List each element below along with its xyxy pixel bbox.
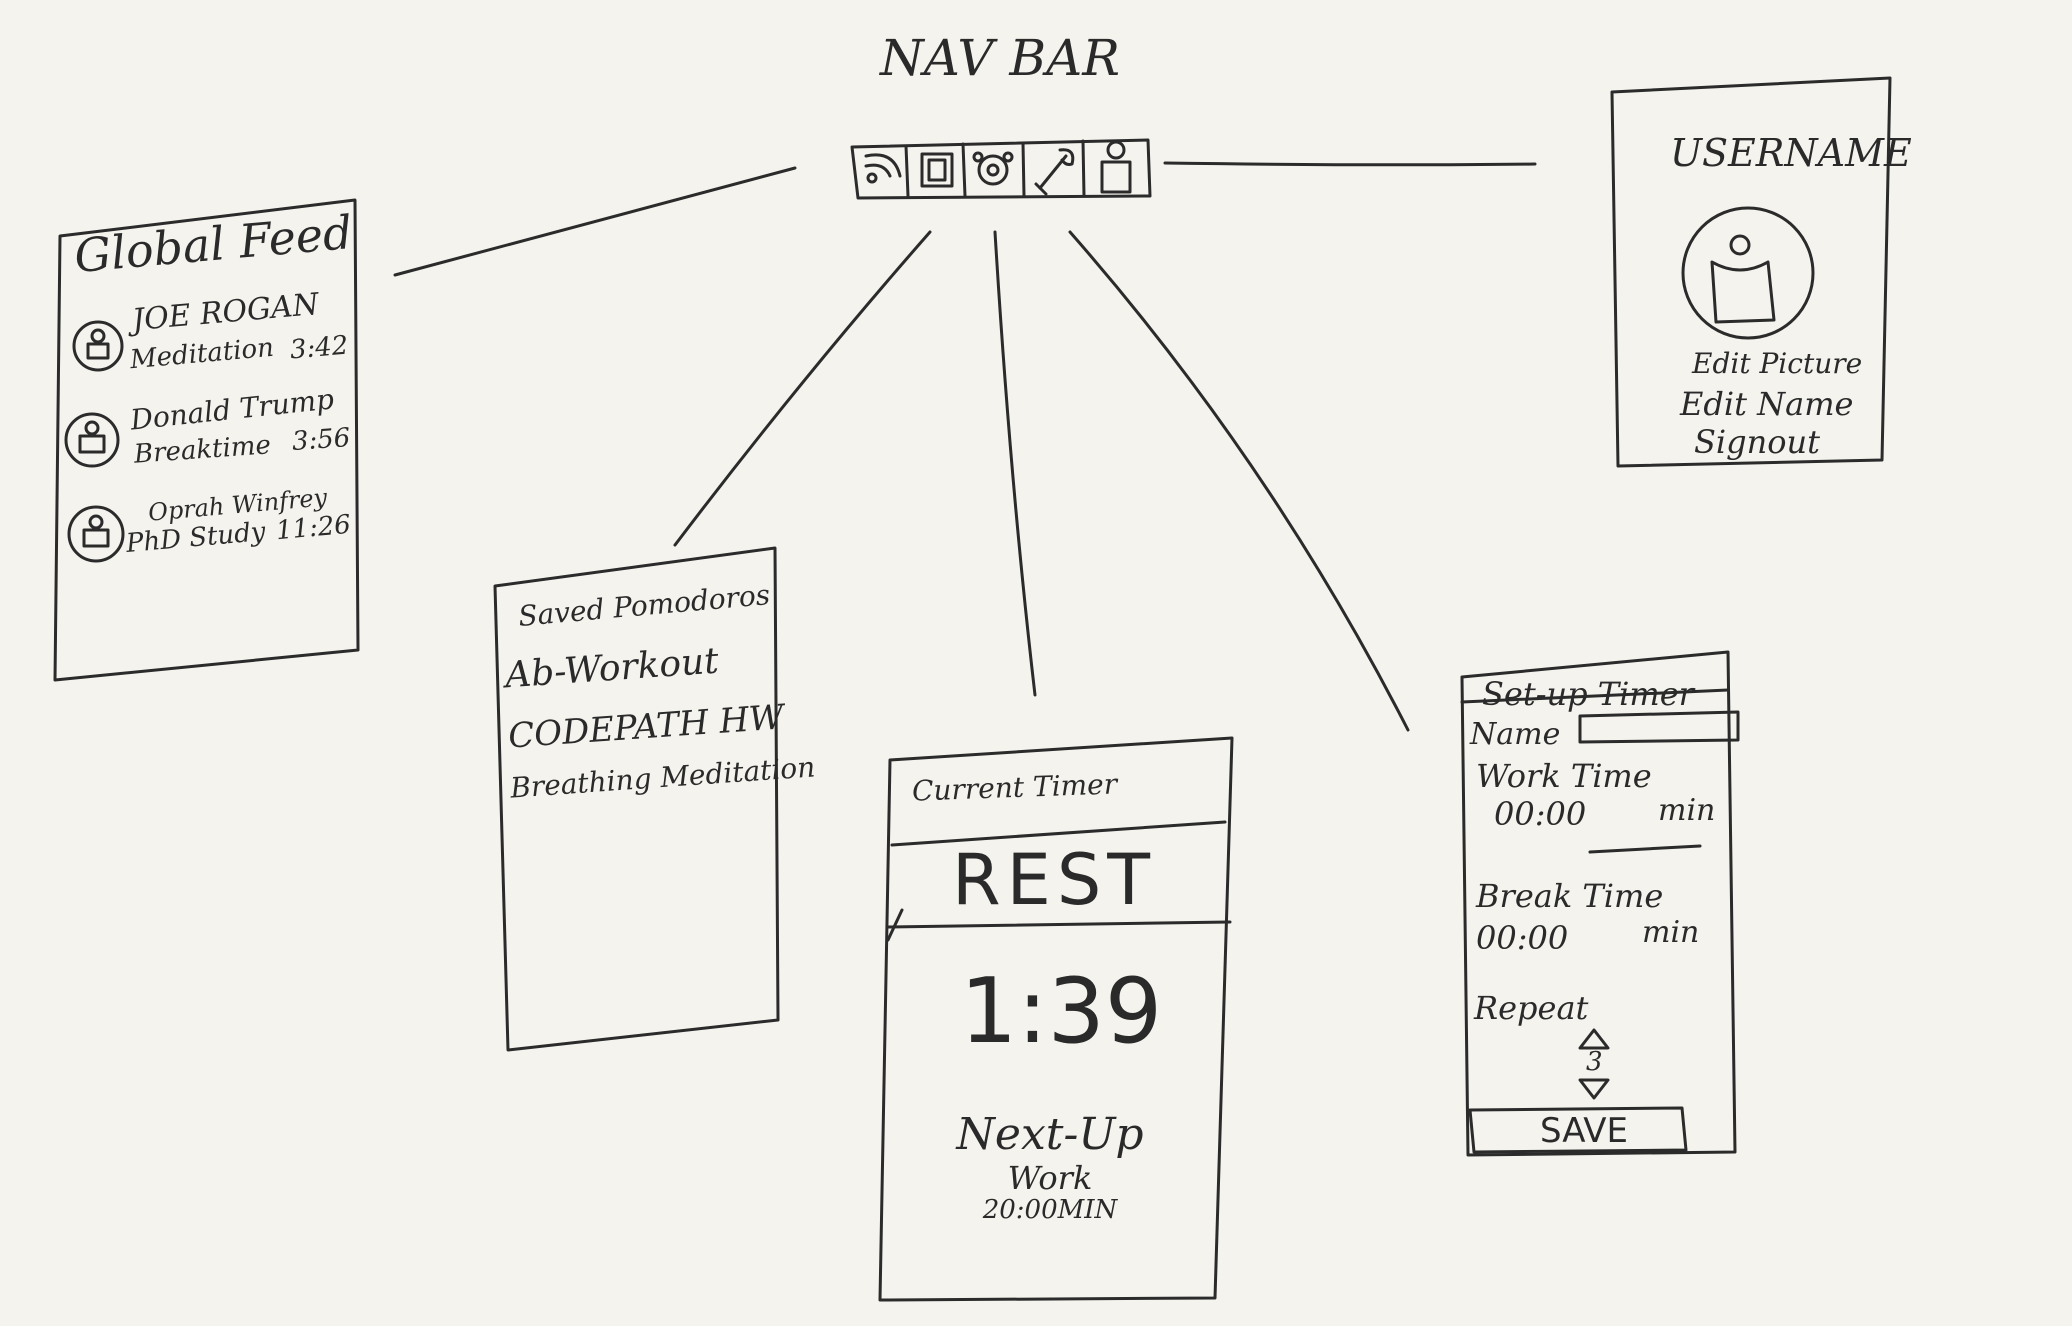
break-time-value[interactable]: 00:00 (1476, 920, 1568, 957)
profile-icon[interactable] (1100, 140, 1132, 194)
repeat-value[interactable]: 3 (1586, 1047, 1603, 1078)
work-time-unit: min (1658, 793, 1716, 828)
profile-username: USERNAME (1670, 131, 1912, 175)
name-field-label: Name (1470, 717, 1561, 752)
edit-name-link[interactable]: Edit Name (1680, 386, 1853, 423)
current-timer-icon[interactable] (972, 151, 1014, 186)
work-time-value[interactable]: 00:00 (1494, 796, 1586, 833)
next-up-duration: 20:00MIN (982, 1195, 1118, 1225)
setup-timer-icon[interactable] (1034, 148, 1075, 196)
nav-label: NAV BAR (880, 29, 1120, 87)
feed-time: 3:42 (288, 330, 350, 366)
break-time-label: Break Time (1476, 877, 1664, 915)
feed-avatar-icon (64, 412, 120, 468)
setup-timer-title: Set-up Timer (1482, 675, 1694, 713)
feed-icon[interactable] (864, 153, 902, 184)
feed-time: 3:56 (290, 423, 352, 458)
break-time-unit: min (1642, 915, 1700, 950)
feed-avatar-icon (67, 505, 125, 563)
feed-avatar-icon (72, 320, 124, 372)
saved-pomodoros-icon[interactable] (920, 152, 954, 188)
next-up-mode: Work (1007, 1159, 1093, 1197)
timer-mode-label: REST (952, 839, 1157, 921)
edit-picture-link[interactable]: Edit Picture (1692, 347, 1862, 380)
next-up-label: Next-Up (956, 1109, 1144, 1160)
save-button-label: SAVE (1540, 1111, 1629, 1151)
profile-avatar-icon[interactable] (1681, 206, 1815, 340)
timer-countdown: 1:39 (960, 959, 1163, 1064)
signout-link[interactable]: Signout (1694, 424, 1820, 461)
work-time-label: Work Time (1476, 757, 1652, 795)
connector-lines (393, 161, 1537, 732)
name-input[interactable] (1582, 716, 1736, 740)
repeat-label: Repeat (1474, 989, 1589, 1027)
